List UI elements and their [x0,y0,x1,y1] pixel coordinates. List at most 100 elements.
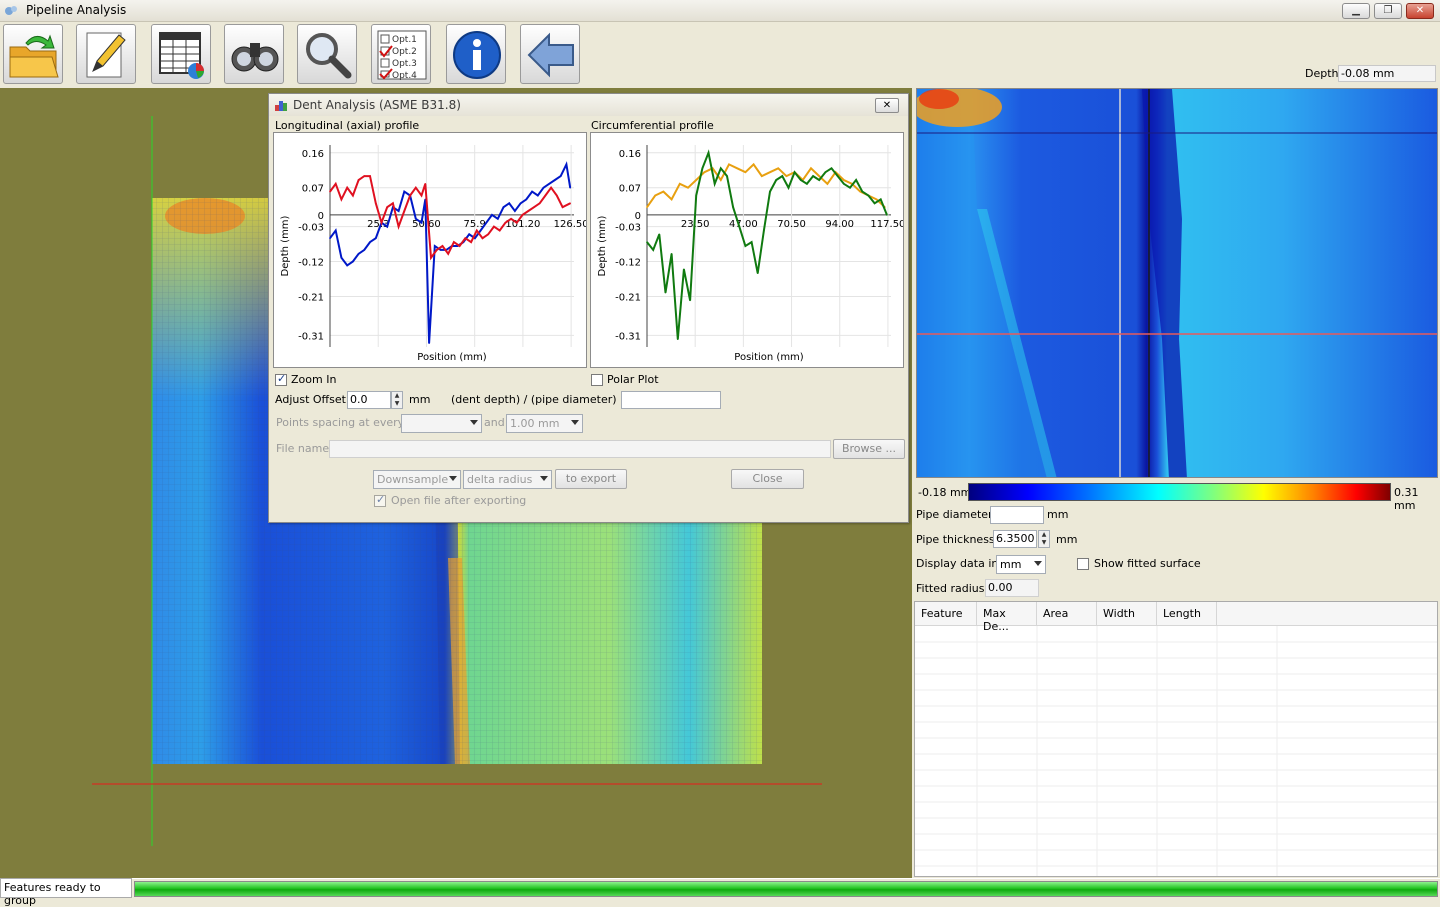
data-point [713,183,716,185]
polar-plot-checkbox[interactable] [591,374,603,386]
column-max-depth[interactable]: Max De... [977,602,1037,633]
delta-radius-value: delta radius [467,473,533,486]
data-point [559,175,562,177]
report-table-button[interactable] [151,24,211,84]
minimize-button[interactable]: ▁ [1342,3,1370,19]
data-point [728,163,730,166]
data-point [485,221,488,224]
data-point [550,186,552,189]
data-point [670,252,673,255]
longitudinal-chart[interactable]: 0.16 0.07 0 -0.03 -0.12 -0.21 -0.31 25.3 50.60 75… [273,132,589,368]
data-point [498,229,501,232]
spacing-dropdown[interactable] [401,414,482,433]
show-fitted-checkbox[interactable] [1077,558,1089,570]
data-point [867,194,870,197]
display-data-label: Display data in [916,557,999,570]
dialog-title-bar[interactable]: Dent Analysis (ASME B31.8) ✕ [269,94,908,116]
data-point [334,183,337,185]
table-report-icon [159,32,204,79]
close-dialog-button[interactable]: Close [731,469,804,489]
data-point [374,237,377,240]
data-point [386,206,388,208]
column-width[interactable]: Width [1097,602,1157,626]
open-after-export-checkbox[interactable] [374,493,386,507]
circumferential-chart[interactable]: 0.16 0.07 0 -0.03 -0.12 -0.21 -0.31 23.50 47.00 7… [590,132,905,368]
data-point [548,183,551,185]
data-point [519,202,522,205]
adjust-offset-label: Adjust Offset [275,393,346,406]
data-point [812,175,814,177]
restore-button[interactable]: ❐ [1374,3,1402,19]
pipe-thickness-spinner[interactable]: ▲ ▼ [1038,530,1050,548]
data-point [496,218,499,220]
data-point [531,190,533,193]
colorbar-min-label: -0.18 mm [918,486,972,499]
pipe-thickness-input[interactable]: 6.3500 [993,530,1037,548]
column-feature[interactable]: Feature [915,602,977,626]
downsample-dropdown[interactable]: Downsample [373,470,461,489]
data-point [357,179,360,181]
circumferential-chart-svg: 0.160.070-0.03-0.12-0.21-0.3123.50 47.00 7… [597,145,905,363]
data-point [430,256,432,259]
column-area[interactable]: Area [1037,602,1097,626]
data-point [340,198,343,201]
info-button[interactable] [446,24,506,84]
table-header: Feature Max De... Area Width Length [915,602,1437,633]
options-button[interactable]: Opt.1 Opt.2 Opt.3 Opt.4 [371,24,431,84]
x-tick-label: 47.00 [729,219,758,230]
browse-button[interactable]: Browse ... [833,439,905,459]
data-point [428,342,430,344]
data-point [736,167,739,170]
dialog-close-button[interactable]: ✕ [875,98,899,113]
depth-value: -0.08 mm [1338,65,1436,82]
display-units-dropdown[interactable]: mm [996,555,1046,574]
dent-analysis-dialog: Dent Analysis (ASME B31.8) ✕ Longitudina… [268,93,909,523]
data-point [785,175,788,177]
data-point [569,202,571,205]
data-point [536,194,539,197]
data-point [527,210,530,212]
zoom-button[interactable] [297,24,357,84]
spacing-dropdown-2[interactable]: 1.00 mm [506,414,583,433]
data-point [756,272,759,274]
data-point [738,225,741,228]
data-point [830,167,833,170]
data-point [544,194,547,197]
depth-map-image[interactable] [916,88,1438,478]
longitudinal-title: Longitudinal (axial) profile [275,119,420,132]
open-file-button[interactable] [3,24,63,84]
table-grid-lines [915,626,1437,876]
series-line-1 [329,175,571,261]
data-point [886,214,888,216]
adjust-offset-spinner[interactable]: ▲ ▼ [391,391,403,409]
data-point [695,194,698,197]
data-point [849,186,851,189]
ratio-value[interactable] [621,391,721,409]
binoculars-button[interactable] [224,24,284,84]
app-icon [5,6,17,15]
adjust-offset-input[interactable]: 0.0 [347,391,391,409]
edit-button[interactable] [76,24,136,84]
file-name-input[interactable] [329,440,831,458]
magnifier-icon [306,33,352,79]
zoom-in-checkbox[interactable] [275,372,287,386]
to-export-button[interactable]: to export [555,469,627,489]
pipe-diameter-input[interactable] [990,506,1044,524]
features-table[interactable]: Feature Max De... Area Width Length [914,601,1438,877]
column-length[interactable]: Length [1157,602,1217,626]
data-point [818,179,821,181]
colorbar [968,483,1391,501]
pipe-thickness-unit: mm [1056,533,1078,546]
ratio-label: (dent depth) / (pipe diameter) = [451,393,630,406]
data-point [646,241,648,243]
depth-map[interactable] [917,89,1438,478]
delta-radius-dropdown[interactable]: delta radius [463,470,552,489]
data-point [414,186,417,189]
spacing-label: Points spacing at every [276,416,405,429]
data-point [409,194,411,197]
y-tick-label: -0.12 [298,258,324,269]
back-button[interactable] [520,24,580,84]
data-point [475,229,478,232]
data-point [781,175,784,177]
close-button[interactable]: ✕ [1406,3,1434,19]
